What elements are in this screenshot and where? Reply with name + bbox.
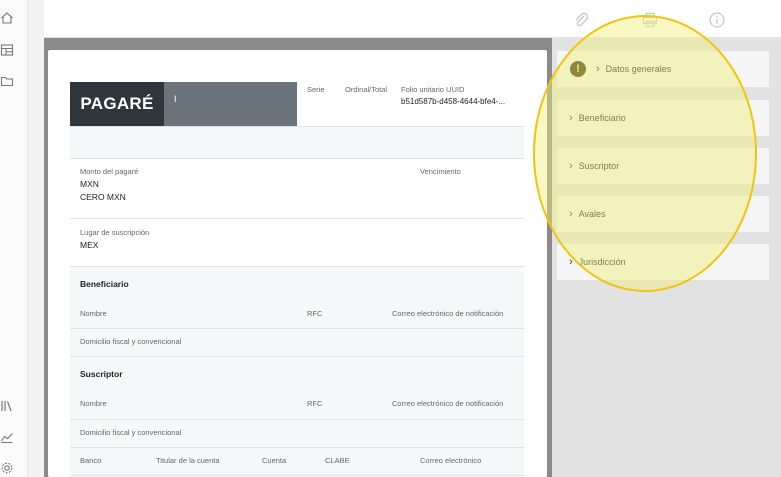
folio-label: Folio unitario UUID	[401, 85, 465, 94]
accordion-beneficiario[interactable]: › Beneficiario	[557, 100, 769, 136]
accordion-label: Avales	[578, 209, 606, 219]
accordion-avales[interactable]: › Avales	[557, 196, 769, 232]
printer-icon[interactable]	[641, 11, 659, 29]
empty-band	[70, 127, 524, 158]
lugar-value: MEX	[80, 240, 99, 250]
document-title-extension: I	[164, 82, 297, 126]
divider	[70, 419, 524, 420]
divider	[70, 328, 524, 329]
accordion-datos-generales[interactable]: ! › Datos generales	[557, 51, 769, 87]
accordion-suscriptor[interactable]: › Suscriptor	[557, 148, 769, 184]
clabe-label: CLABE	[325, 456, 350, 465]
suscriptor-heading: Suscriptor	[80, 369, 123, 379]
top-toolbar	[44, 0, 781, 38]
beneficiario-correo-label: Correo electrónico de notificación	[392, 309, 504, 318]
divider	[70, 158, 524, 159]
library-icon[interactable]	[0, 399, 14, 413]
chevron-right-icon: ›	[569, 208, 573, 220]
divider	[70, 218, 524, 219]
accordion-label: Beneficiario	[578, 113, 626, 123]
titular-label: Titular de la cuenta	[156, 456, 220, 465]
monto-label: Monto del pagaré	[80, 167, 139, 176]
suscriptor-rfc-label: RFC	[307, 399, 323, 408]
left-rail	[0, 0, 28, 477]
beneficiario-nombre-label: Nombre	[80, 309, 107, 318]
document-title-block: PAGARÉ I	[70, 82, 297, 126]
vencimiento-label: Vencimiento	[420, 167, 461, 176]
suscriptor-nombre-label: Nombre	[80, 399, 107, 408]
document-sheet: PAGARÉ I Serie Ordinal/Total Folio unita…	[48, 50, 547, 477]
divider	[70, 475, 524, 476]
beneficiario-domicilio-label: Domicilio fiscal y convencional	[80, 337, 182, 346]
monto-amount-text: CERO MXN	[80, 192, 126, 202]
accordion-jurisdiccion[interactable]: › Jurisdicción	[557, 244, 769, 280]
suscriptor-domicilio-label: Domicilio fiscal y convencional	[80, 428, 182, 437]
lugar-label: Lugar de suscripción	[80, 228, 150, 237]
serie-label: Serie	[307, 85, 325, 94]
chevron-right-icon: ›	[569, 112, 573, 124]
chevron-right-icon: ›	[569, 256, 573, 268]
banco-label: Banco	[80, 456, 102, 465]
layout-icon[interactable]	[0, 43, 14, 57]
suscriptor-correo-label: Correo electrónico de notificación	[392, 399, 504, 408]
beneficiario-rfc-label: RFC	[307, 309, 323, 318]
monto-currency: MXN	[80, 179, 99, 189]
accordion-label: Suscriptor	[578, 161, 620, 171]
paperclip-icon[interactable]	[572, 11, 590, 29]
accordion-label: Datos generales	[605, 64, 672, 74]
chevron-right-icon: ›	[569, 160, 573, 172]
cuenta-label: Cuenta	[262, 456, 287, 465]
info-icon[interactable]	[708, 11, 726, 29]
accordion-label: Jurisdicción	[578, 257, 626, 267]
gear-icon[interactable]	[0, 461, 14, 475]
ordinal-label: Ordinal/Total	[345, 85, 388, 94]
chevron-right-icon: ›	[596, 63, 600, 75]
folder-icon[interactable]	[0, 74, 14, 88]
correo-label: Correo electrónico	[420, 456, 482, 465]
chart-icon[interactable]	[0, 430, 14, 444]
beneficiario-heading: Beneficiario	[80, 279, 129, 289]
folio-value: b51d587b-d458-4644-bfe4-...	[401, 97, 506, 106]
document-title: PAGARÉ	[70, 82, 164, 126]
warning-icon: !	[570, 61, 586, 77]
divider	[70, 447, 524, 448]
home-icon[interactable]	[0, 11, 14, 25]
